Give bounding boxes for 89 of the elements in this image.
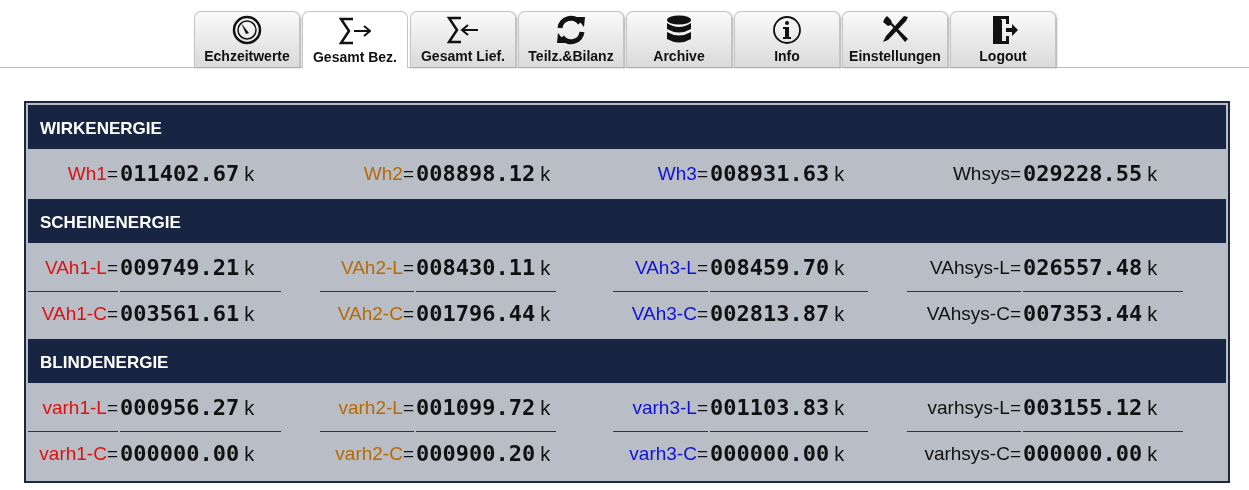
equals-sign: = [106, 443, 118, 464]
equals-sign: = [402, 257, 414, 278]
unit-label: k [540, 397, 551, 419]
reading-value: 003155.12 [1023, 395, 1143, 420]
reading-value: 000000.00 [710, 441, 830, 466]
unit-label: k [540, 443, 551, 465]
nav-tab[interactable]: Gesamt Lief. [410, 11, 516, 67]
reading-value: 002813.87 [710, 301, 830, 326]
reading-label: Wh1 [67, 163, 107, 184]
reading-label: varhsys-L= [927, 397, 1021, 418]
reading-label: VAh1-C [41, 303, 107, 324]
reading-value: 000956.27 [120, 395, 240, 420]
reading-value: 008898.12 [416, 161, 536, 186]
reading-value: 026557.48 [1023, 255, 1143, 280]
reading-value: 001099.72 [416, 395, 536, 420]
nav-tab[interactable]: Echzeitwerte [194, 11, 300, 67]
section-header: WIRKENERGIE [28, 105, 1226, 149]
reading-value: 000900.20 [416, 441, 536, 466]
equals-sign: = [106, 303, 118, 324]
reading-value: 008430.11 [416, 255, 536, 280]
reading-value: 011402.67 [120, 161, 240, 186]
nav-tab[interactable]: Gesamt Bez. [302, 11, 408, 68]
reading-value: 000000.00 [120, 441, 240, 466]
unit-label: k [244, 163, 255, 185]
reading-value: 007353.44 [1023, 301, 1143, 326]
reading-value: 000000.00 [1023, 441, 1143, 466]
reading-label: varh2-C [335, 443, 403, 464]
reading-label: Whsys= [952, 163, 1021, 184]
unit-label: k [834, 303, 845, 325]
section-header: SCHEINENERGIE [28, 199, 1226, 243]
equals-sign: = [696, 397, 708, 418]
unit-label: k [244, 303, 255, 325]
unit-label: k [834, 163, 845, 185]
reading-value: 029228.55 [1023, 161, 1143, 186]
reading-value: 003561.61 [120, 301, 240, 326]
reading-value: 001796.44 [416, 301, 536, 326]
unit-label: k [834, 257, 845, 279]
reading-value: 008931.63 [710, 161, 830, 186]
unit-label: k [1147, 397, 1158, 419]
reading-label: varh3-L [632, 397, 697, 418]
gauge-icon [231, 14, 263, 46]
equals-sign: = [402, 163, 414, 184]
reading-label: Wh3 [657, 163, 697, 184]
reading-label: VAh2-L [340, 257, 403, 278]
nav-tab[interactable]: Logout [950, 11, 1056, 67]
nav-tab[interactable]: Info [734, 11, 840, 67]
reading-label: varh1-C [39, 443, 107, 464]
unit-label: k [1147, 163, 1158, 185]
reading-label: varh3-C [629, 443, 697, 464]
reading-value: 001103.83 [710, 395, 830, 420]
section-header: BLINDENERGIE [28, 339, 1226, 383]
unit-label: k [834, 443, 845, 465]
reading-label: VAh2-C [337, 303, 403, 324]
reading-label: varhsys-C= [924, 443, 1021, 464]
equals-sign: = [696, 163, 708, 184]
info-icon [771, 14, 803, 46]
equals-sign: = [402, 303, 414, 324]
equals-sign: = [106, 257, 118, 278]
reading-value: 009749.21 [120, 255, 240, 280]
reading-value: 008459.70 [710, 255, 830, 280]
refresh-icon [555, 14, 587, 46]
unit-label: k [540, 163, 551, 185]
nav-tab[interactable]: Teilz.&Bilanz [518, 11, 624, 67]
unit-label: k [244, 443, 255, 465]
unit-label: k [1147, 257, 1158, 279]
reading-label: VAh3-C [631, 303, 697, 324]
unit-label: k [540, 257, 551, 279]
equals-sign: = [696, 257, 708, 278]
reading-label: VAh1-L [44, 257, 107, 278]
reading-label: varh2-L [338, 397, 403, 418]
unit-label: k [540, 303, 551, 325]
nav-tab[interactable]: Einstellungen [842, 11, 948, 67]
equals-sign: = [696, 303, 708, 324]
equals-sign: = [402, 443, 414, 464]
nav-tab[interactable]: Archive [626, 11, 732, 67]
reading-label: VAhsys-L= [930, 257, 1021, 278]
unit-label: k [1147, 303, 1158, 325]
unit-label: k [834, 397, 845, 419]
equals-sign: = [402, 397, 414, 418]
reading-label: Wh2 [363, 163, 403, 184]
reading-label: VAhsys-C= [926, 303, 1021, 324]
equals-sign: = [696, 443, 708, 464]
unit-label: k [244, 257, 255, 279]
unit-label: k [1147, 443, 1158, 465]
reading-label: VAh3-L [634, 257, 697, 278]
reading-label: varh1-L [42, 397, 107, 418]
equals-sign: = [106, 163, 118, 184]
unit-label: k [244, 397, 255, 419]
equals-sign: = [106, 397, 118, 418]
